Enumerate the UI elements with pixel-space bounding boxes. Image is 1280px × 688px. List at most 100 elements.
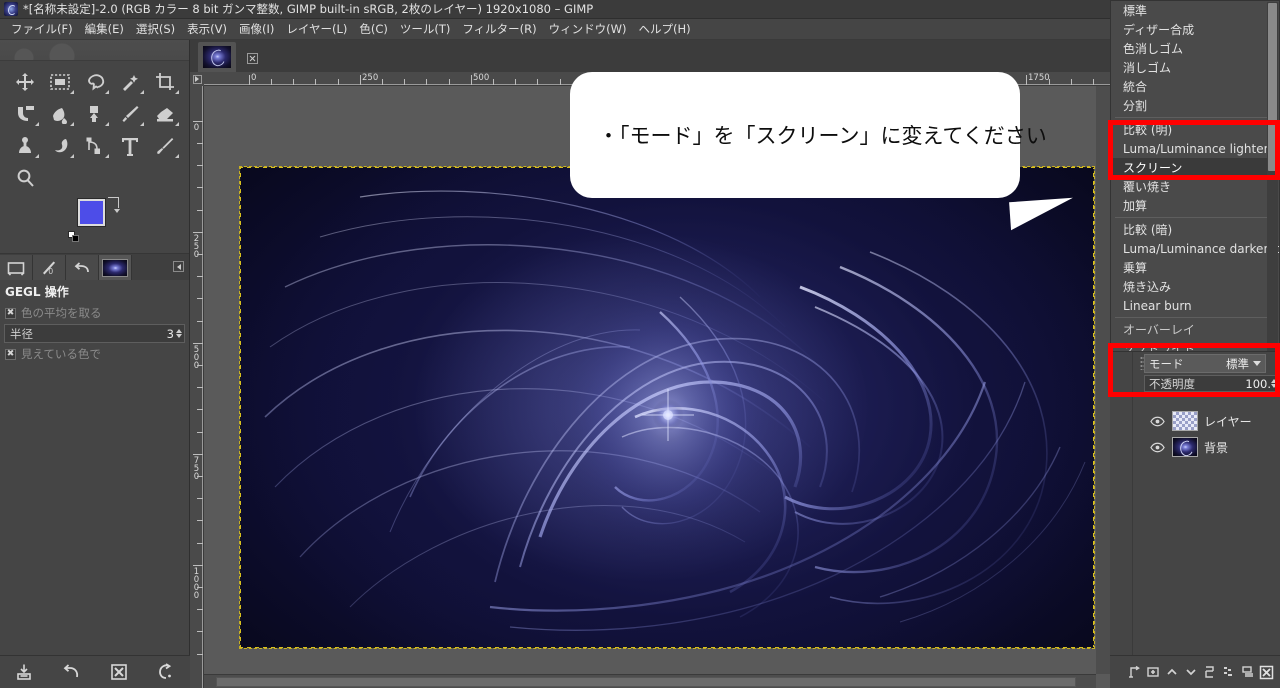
eye-icon[interactable] xyxy=(1148,442,1166,453)
transform-tool-icon[interactable] xyxy=(7,99,42,129)
bucket-fill-tool-icon[interactable] xyxy=(42,99,77,129)
sample-merged-checkbox-row[interactable]: ✖ 見えている色で xyxy=(0,345,189,363)
sample-merged-checkbox[interactable]: ✖ xyxy=(5,348,16,360)
radius-stepper-icon[interactable] xyxy=(176,329,182,338)
tab-tool-options[interactable] xyxy=(0,255,33,280)
tab-undo-history[interactable] xyxy=(66,255,99,280)
vertical-scrollbar[interactable] xyxy=(1096,86,1110,674)
mode-luma-lighten-only[interactable]: Luma/Luminance lighten only xyxy=(1111,139,1279,158)
mode-burn[interactable]: 焼き込み xyxy=(1111,277,1279,296)
mode-normal[interactable]: 標準 xyxy=(1111,1,1279,20)
radius-spinner[interactable]: 半径 3 xyxy=(4,324,185,343)
mode-linear-burn[interactable]: Linear burn xyxy=(1111,296,1279,315)
crop-tool-icon[interactable] xyxy=(147,67,182,97)
gimp-window: *[名称未設定]-2.0 (RGB カラー 8 bit ガンマ整数, GIMP … xyxy=(0,0,1280,688)
delete-layer-button[interactable] xyxy=(1258,660,1276,684)
mode-erase[interactable]: 消しゴム xyxy=(1111,58,1279,77)
duplicate-layer-button[interactable] xyxy=(1201,660,1219,684)
menu-edit[interactable]: 編集(E) xyxy=(79,19,130,39)
tab-images[interactable] xyxy=(99,255,132,280)
h-ruler-label-250: 250 xyxy=(362,73,379,83)
tab-device-status[interactable]: 0 xyxy=(33,255,66,280)
horizontal-scrollbar[interactable] xyxy=(204,674,1096,688)
eraser-tool-icon[interactable] xyxy=(147,99,182,129)
delete-tool-options-button[interactable] xyxy=(104,659,134,685)
mode-multiply[interactable]: 乗算 xyxy=(1111,258,1279,277)
chevron-down-icon xyxy=(1253,361,1261,366)
menu-image[interactable]: 画像(I) xyxy=(233,19,280,39)
table-row[interactable]: 背景 xyxy=(1144,434,1280,460)
paintbrush-tool-icon[interactable] xyxy=(112,99,147,129)
mode-luma-darken-only[interactable]: Luma/Luminance darken only xyxy=(1111,239,1279,258)
menu-tools[interactable]: ツール(T) xyxy=(394,19,457,39)
mode-split[interactable]: 分割 xyxy=(1111,96,1279,115)
mode-dodge[interactable]: 覆い焼き xyxy=(1111,177,1279,196)
move-tool-icon[interactable] xyxy=(7,67,42,97)
fractal-swirl-thumbnail xyxy=(203,46,231,68)
menu-windows[interactable]: ウィンドウ(W) xyxy=(543,19,633,39)
restore-tool-options-button[interactable] xyxy=(56,659,86,685)
svg-text:0: 0 xyxy=(49,267,54,276)
mode-darken-only[interactable]: 比較 (暗) xyxy=(1111,220,1279,239)
layer-opacity-slider[interactable]: 不透明度 100. xyxy=(1144,375,1280,392)
mode-color-erase[interactable]: 色消しゴム xyxy=(1111,39,1279,58)
raise-layer-button[interactable] xyxy=(1163,660,1181,684)
mode-soft-light[interactable]: ソフトライト xyxy=(1111,339,1279,351)
layers-button-bar xyxy=(1110,655,1280,688)
layer-mode-label: モード xyxy=(1149,356,1184,371)
anchor-layer-button[interactable] xyxy=(1220,660,1238,684)
menu-layer[interactable]: レイヤー(L) xyxy=(280,19,353,39)
menu-file[interactable]: ファイル(F) xyxy=(5,19,79,39)
opacity-stepper-icon[interactable] xyxy=(1271,379,1277,388)
average-color-checkbox[interactable]: ✖ xyxy=(5,307,16,319)
layer-mode-combobox[interactable]: モード 標準 xyxy=(1144,354,1266,373)
rectangle-select-tool-icon[interactable] xyxy=(42,67,77,97)
eye-icon[interactable] xyxy=(1148,416,1166,427)
menu-separator-2 xyxy=(1115,217,1275,218)
lower-layer-button[interactable] xyxy=(1182,660,1200,684)
image-tab[interactable] xyxy=(198,42,236,72)
menu-view[interactable]: 表示(V) xyxy=(181,19,233,39)
menu-scrollbar-thumb[interactable] xyxy=(1268,3,1277,171)
mode-addition[interactable]: 加算 xyxy=(1111,196,1279,215)
gradient-tool-icon[interactable] xyxy=(77,99,112,129)
menu-filters[interactable]: フィルター(R) xyxy=(456,19,542,39)
color-picker-tool-icon[interactable] xyxy=(147,131,182,161)
menu-colors[interactable]: 色(C) xyxy=(353,19,394,39)
new-layer-group-button[interactable] xyxy=(1144,660,1162,684)
merge-down-button[interactable] xyxy=(1239,660,1257,684)
mode-dissolve[interactable]: ディザー合成 xyxy=(1111,20,1279,39)
reset-colors-icon[interactable] xyxy=(68,231,79,242)
mode-merge[interactable]: 統合 xyxy=(1111,77,1279,96)
canvas-image-fractal-swirl[interactable] xyxy=(239,166,1095,649)
ruler-corner-menu-icon[interactable] xyxy=(190,72,204,86)
menu-help[interactable]: ヘルプ(H) xyxy=(632,19,696,39)
menu-scrollbar[interactable] xyxy=(1267,2,1278,351)
paths-tool-icon[interactable] xyxy=(77,131,112,161)
menu-separator-3 xyxy=(1115,317,1275,318)
foreground-color-swatch[interactable] xyxy=(77,198,106,227)
reset-tool-options-button[interactable] xyxy=(151,659,181,685)
mode-overlay[interactable]: オーバーレイ xyxy=(1111,320,1279,339)
fuzzy-select-tool-icon[interactable] xyxy=(112,67,147,97)
zoom-tool-icon[interactable] xyxy=(7,163,42,193)
close-icon[interactable] xyxy=(242,48,262,68)
mode-screen[interactable]: スクリーン xyxy=(1111,158,1279,177)
text-tool-icon[interactable] xyxy=(112,131,147,161)
menu-bar: ファイル(F) 編集(E) 選択(S) 表示(V) 画像(I) レイヤー(L) … xyxy=(0,19,1110,40)
table-row[interactable]: レイヤー xyxy=(1144,408,1280,434)
tab-menu-arrow-icon[interactable] xyxy=(173,261,184,272)
save-tool-options-button[interactable] xyxy=(9,659,39,685)
average-color-checkbox-row[interactable]: ✖ 色の平均を取る xyxy=(0,304,189,322)
free-select-tool-icon[interactable] xyxy=(77,67,112,97)
swap-colors-icon[interactable] xyxy=(108,197,120,213)
vertical-ruler[interactable]: 0 250 500 750 1000 xyxy=(190,86,204,688)
horizontal-scrollbar-thumb[interactable] xyxy=(216,677,1076,687)
layer-mode-dropdown-menu[interactable]: 標準 ディザー合成 色消しゴム 消しゴム 統合 分割 比較 (明) Luma/L… xyxy=(1110,0,1280,352)
new-layer-button[interactable] xyxy=(1125,660,1143,684)
mode-lighten-only[interactable]: 比較 (明) xyxy=(1111,120,1279,139)
reset-blend-space-button[interactable] xyxy=(1270,354,1280,373)
menu-select[interactable]: 選択(S) xyxy=(130,19,181,39)
clone-tool-icon[interactable] xyxy=(7,131,42,161)
smudge-tool-icon[interactable] xyxy=(42,131,77,161)
